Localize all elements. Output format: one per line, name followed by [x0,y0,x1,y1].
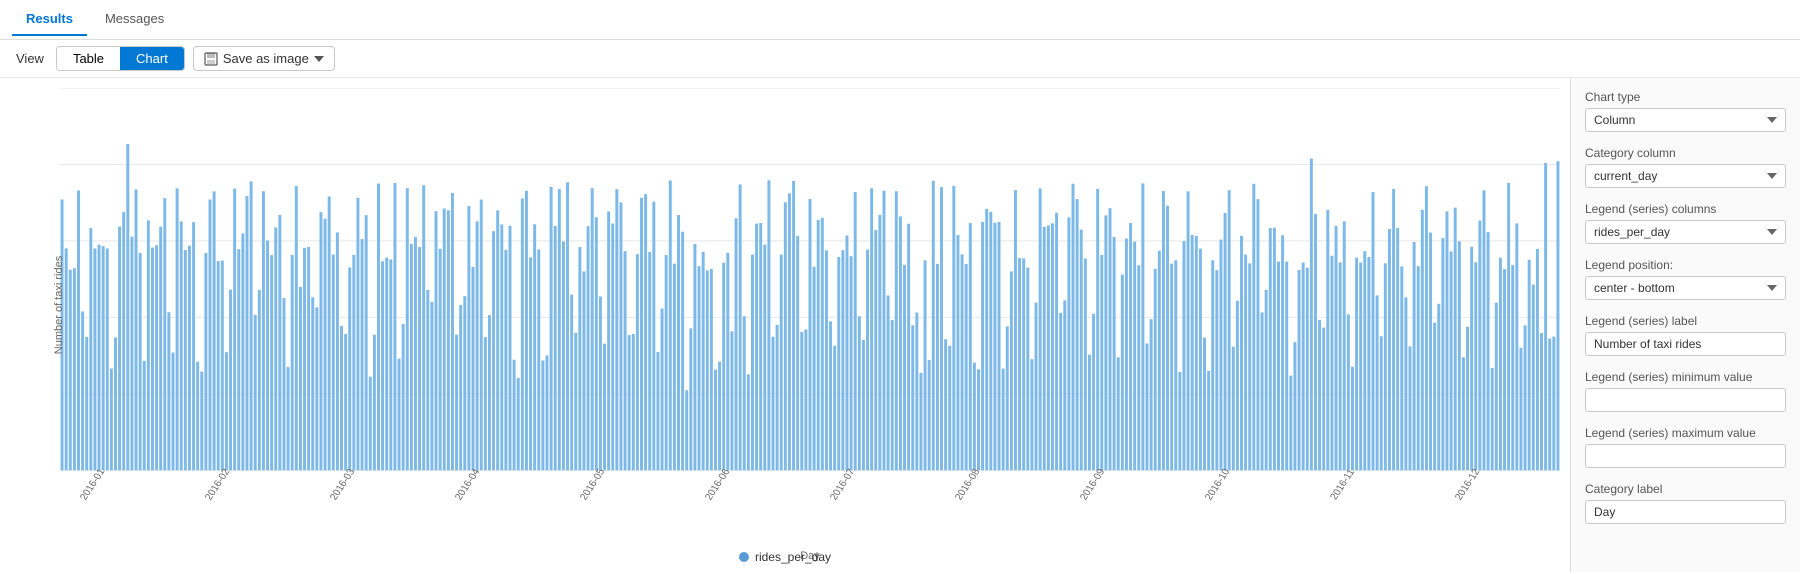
view-label: View [16,51,44,66]
save-as-image-label: Save as image [223,51,309,66]
chart-btn[interactable]: Chart [120,47,184,70]
svg-text:2016-12: 2016-12 [1453,467,1483,502]
chart-svg: 0 100k 200k 300k 400k 500k 2016-012016-0… [60,88,1560,522]
legend-min-input[interactable] [1585,388,1786,412]
y-axis-label: Number of taxi rides [53,256,65,354]
svg-text:2016-06: 2016-06 [703,467,733,502]
legend-position-field: Legend position: center - bottom [1585,258,1786,300]
legend-series-columns-label: Legend (series) columns [1585,202,1786,216]
svg-text:2016-05: 2016-05 [578,467,608,502]
view-toggle: Table Chart [56,46,185,71]
category-column-label: Category column [1585,146,1786,160]
chart-container: Number of taxi rides 0 100k 200k 300k 40… [60,88,1560,522]
svg-text:2016-02: 2016-02 [203,467,233,502]
category-label-label: Category label [1585,482,1786,496]
tab-messages[interactable]: Messages [91,3,178,36]
svg-text:2016-07: 2016-07 [828,467,858,502]
svg-text:2016-08: 2016-08 [953,467,983,502]
chart-area: Number of taxi rides 0 100k 200k 300k 40… [0,78,1570,572]
legend-series-label-field: Legend (series) label [1585,314,1786,356]
category-label-field: Category label [1585,482,1786,524]
category-column-select[interactable]: current_day [1585,164,1786,188]
save-icon [204,52,218,66]
legend-position-select[interactable]: center - bottom [1585,276,1786,300]
chart-legend: rides_per_day [739,550,831,564]
category-label-input[interactable] [1585,500,1786,524]
table-btn[interactable]: Table [57,47,120,70]
legend-max-label: Legend (series) maximum value [1585,426,1786,440]
legend-min-field: Legend (series) minimum value [1585,370,1786,412]
chart-type-label: Chart type [1585,90,1786,104]
save-as-image-button[interactable]: Save as image [193,46,335,71]
svg-text:2016-10: 2016-10 [1203,467,1233,502]
legend-max-input[interactable] [1585,444,1786,468]
right-panel: Chart type Column Category column curren… [1570,78,1800,572]
svg-text:2016-04: 2016-04 [453,467,483,502]
svg-text:2016-03: 2016-03 [328,467,358,502]
chevron-down-icon [314,56,324,62]
legend-dot [739,552,749,562]
legend-position-label: Legend position: [1585,258,1786,272]
chart-type-select[interactable]: Column [1585,108,1786,132]
svg-text:2016-11: 2016-11 [1328,467,1357,501]
legend-min-label: Legend (series) minimum value [1585,370,1786,384]
legend-series-label-label: Legend (series) label [1585,314,1786,328]
legend-series-columns-select[interactable]: rides_per_day [1585,220,1786,244]
legend-series-label-input[interactable] [1585,332,1786,356]
legend-label: rides_per_day [755,550,831,564]
svg-text:2016-01: 2016-01 [78,467,108,502]
chart-type-field: Chart type Column [1585,90,1786,132]
category-column-field: Category column current_day [1585,146,1786,188]
svg-text:2016-09: 2016-09 [1078,467,1108,502]
legend-series-columns-field: Legend (series) columns rides_per_day [1585,202,1786,244]
tab-results[interactable]: Results [12,3,87,36]
legend-max-field: Legend (series) maximum value [1585,426,1786,468]
